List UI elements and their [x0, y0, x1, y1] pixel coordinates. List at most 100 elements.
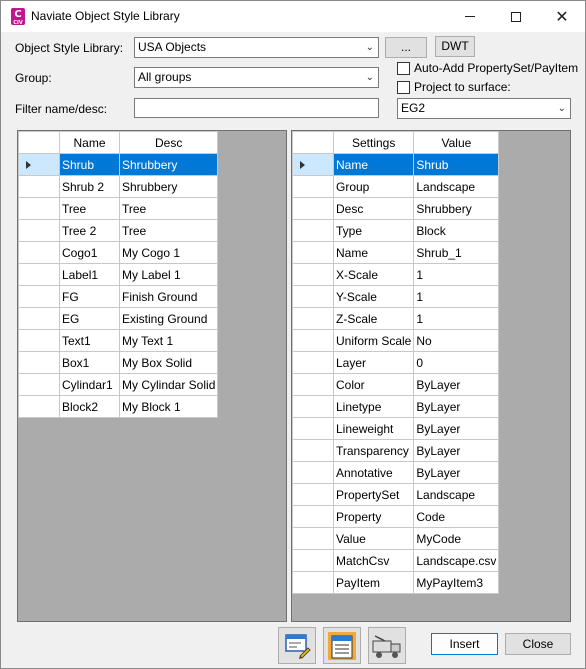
cell-value[interactable]: ByLayer: [413, 461, 500, 484]
cell-setting[interactable]: Name: [332, 241, 415, 264]
cell-value[interactable]: Shrub: [413, 153, 500, 176]
cell-value[interactable]: Code: [413, 505, 500, 528]
row-header[interactable]: [292, 263, 334, 286]
cell-setting[interactable]: Y-Scale: [332, 285, 415, 308]
row-header[interactable]: [18, 307, 60, 330]
cell-desc[interactable]: My Text 1: [118, 329, 219, 352]
cell-desc[interactable]: My Cogo 1: [118, 241, 219, 264]
cell-desc[interactable]: Shrubbery: [118, 175, 219, 198]
row-header[interactable]: [292, 483, 334, 506]
cell-setting[interactable]: MatchCsv: [332, 549, 415, 572]
row-header[interactable]: [292, 395, 334, 418]
close-button[interactable]: Close: [505, 633, 571, 655]
row-header[interactable]: [292, 153, 334, 176]
cell-setting[interactable]: Name: [332, 153, 415, 176]
style-row[interactable]: Block2 My Block 1: [18, 395, 219, 418]
cell-name[interactable]: Box1: [59, 351, 120, 374]
cell-setting[interactable]: X-Scale: [332, 263, 415, 286]
row-header[interactable]: [292, 351, 334, 374]
cell-value[interactable]: 0: [413, 351, 500, 374]
setting-row[interactable]: MatchCsv Landscape.csv: [292, 549, 500, 572]
row-header[interactable]: [292, 373, 334, 396]
row-header[interactable]: [18, 285, 60, 308]
setting-row[interactable]: Linetype ByLayer: [292, 395, 500, 418]
cell-desc[interactable]: Shrubbery: [118, 153, 219, 176]
cell-setting[interactable]: PropertySet: [332, 483, 415, 506]
row-header[interactable]: [18, 241, 60, 264]
close-window-button[interactable]: ✕: [539, 1, 585, 32]
style-row[interactable]: Text1 My Text 1: [18, 329, 219, 352]
row-header[interactable]: [292, 571, 334, 594]
setting-row[interactable]: PayItem MyPayItem3: [292, 571, 500, 594]
row-header[interactable]: [18, 351, 60, 374]
style-row[interactable]: Tree Tree: [18, 197, 219, 220]
style-row[interactable]: Tree 2 Tree: [18, 219, 219, 242]
setting-row[interactable]: Group Landscape: [292, 175, 500, 198]
setting-row[interactable]: X-Scale 1: [292, 263, 500, 286]
row-header[interactable]: [18, 153, 60, 176]
cell-setting[interactable]: Group: [332, 175, 415, 198]
cell-setting[interactable]: Z-Scale: [332, 307, 415, 330]
setting-row[interactable]: Layer 0: [292, 351, 500, 374]
row-header[interactable]: [18, 197, 60, 220]
column-header-settings[interactable]: Settings: [332, 131, 415, 154]
cell-setting[interactable]: Property: [332, 505, 415, 528]
row-header[interactable]: [292, 417, 334, 440]
setting-row[interactable]: Property Code: [292, 505, 500, 528]
style-row[interactable]: Shrub Shrubbery: [18, 153, 219, 176]
cell-name[interactable]: Tree 2: [59, 219, 120, 242]
row-header[interactable]: [292, 219, 334, 242]
setting-row[interactable]: Z-Scale 1: [292, 307, 500, 330]
browse-button[interactable]: ...: [385, 37, 427, 58]
cell-setting[interactable]: Type: [332, 219, 415, 242]
row-header[interactable]: [18, 395, 60, 418]
cell-desc[interactable]: Existing Ground: [118, 307, 219, 330]
cell-setting[interactable]: Transparency: [332, 439, 415, 462]
cell-setting[interactable]: Color: [332, 373, 415, 396]
setting-row[interactable]: Transparency ByLayer: [292, 439, 500, 462]
row-header[interactable]: [18, 373, 60, 396]
cell-desc[interactable]: Tree: [118, 219, 219, 242]
style-row[interactable]: Shrub 2 Shrubbery: [18, 175, 219, 198]
cell-name[interactable]: Label1: [59, 263, 120, 286]
cell-value[interactable]: Shrub_1: [413, 241, 500, 264]
row-header[interactable]: [292, 505, 334, 528]
cell-value[interactable]: ByLayer: [413, 417, 500, 440]
cell-name[interactable]: Cylindar1: [59, 373, 120, 396]
checkbox-box[interactable]: [397, 80, 410, 94]
row-header[interactable]: [292, 241, 334, 264]
column-header-desc[interactable]: Desc: [118, 131, 219, 154]
cell-setting[interactable]: Layer: [332, 351, 415, 374]
cell-name[interactable]: Shrub: [59, 153, 120, 176]
cell-value[interactable]: Landscape: [413, 175, 500, 198]
cell-name[interactable]: Block2: [59, 395, 120, 418]
row-header[interactable]: [292, 175, 334, 198]
surface-select[interactable]: EG2 ⌄: [397, 98, 571, 119]
setting-row[interactable]: Name Shrub_1: [292, 241, 500, 264]
cell-value[interactable]: Landscape.csv: [413, 549, 500, 572]
setting-row[interactable]: Desc Shrubbery: [292, 197, 500, 220]
style-row[interactable]: Label1 My Label 1: [18, 263, 219, 286]
setting-row[interactable]: Name Shrub: [292, 153, 500, 176]
style-row[interactable]: EG Existing Ground: [18, 307, 219, 330]
title-bar[interactable]: C CIV Naviate Object Style Library ✕: [1, 1, 585, 32]
row-header[interactable]: [292, 197, 334, 220]
filter-input[interactable]: [134, 98, 379, 118]
cell-name[interactable]: FG: [59, 285, 120, 308]
row-header[interactable]: [292, 527, 334, 550]
style-row[interactable]: Box1 My Box Solid: [18, 351, 219, 374]
style-row[interactable]: FG Finish Ground: [18, 285, 219, 308]
cell-desc[interactable]: Tree: [118, 197, 219, 220]
row-header[interactable]: [292, 461, 334, 484]
styles-grid[interactable]: Name Desc Shrub Shrubbery Shrub 2 Shrubbery…: [17, 130, 287, 622]
setting-row[interactable]: Lineweight ByLayer: [292, 417, 500, 440]
cell-value[interactable]: No: [413, 329, 500, 352]
row-header[interactable]: [18, 219, 60, 242]
style-row[interactable]: Cylindar1 My Cylindar Solid: [18, 373, 219, 396]
group-select[interactable]: All groups ⌄: [134, 67, 379, 88]
cell-name[interactable]: Shrub 2: [59, 175, 120, 198]
minimize-button[interactable]: [447, 1, 493, 32]
column-header-value[interactable]: Value: [413, 131, 500, 154]
setting-row[interactable]: Annotative ByLayer: [292, 461, 500, 484]
maximize-button[interactable]: [493, 1, 539, 32]
